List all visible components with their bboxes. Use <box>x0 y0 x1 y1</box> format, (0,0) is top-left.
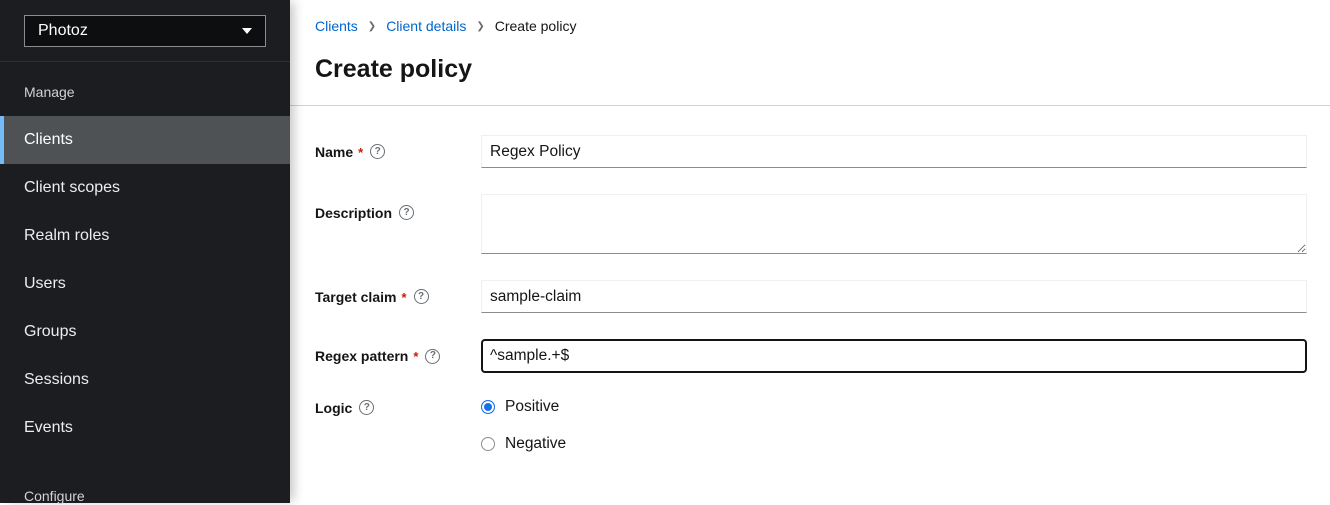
form-row-logic: Logic ? Positive Negative <box>315 399 1307 452</box>
description-label: Description <box>315 205 392 221</box>
target-claim-label-group: Target claim * ? <box>315 280 481 313</box>
question-circle-icon[interactable]: ? <box>359 400 374 415</box>
radio-option-negative[interactable]: Negative <box>481 436 566 452</box>
title-divider <box>290 105 1330 106</box>
question-circle-icon[interactable]: ? <box>414 289 429 304</box>
radio-selected-icon[interactable] <box>481 400 495 414</box>
create-policy-form: Name * ? Description ? Target claim * ? <box>315 135 1307 452</box>
form-row-description: Description ? <box>315 194 1307 254</box>
form-row-regex-pattern: Regex pattern * ? <box>315 339 1307 373</box>
sidebar-item-users[interactable]: Users <box>0 260 290 308</box>
caret-down-icon <box>242 28 252 34</box>
logic-label-group: Logic ? <box>315 399 481 452</box>
sidebar-item-label: Sessions <box>24 371 89 389</box>
realm-selector-area: Photoz <box>0 0 290 62</box>
main-content: Clients ❯ Client details ❯ Create policy… <box>290 0 1330 503</box>
sidebar-item-label: Realm roles <box>24 227 109 245</box>
sidebar-item-realm-roles[interactable]: Realm roles <box>0 212 290 260</box>
question-circle-icon[interactable]: ? <box>370 144 385 159</box>
sidebar-item-label: Users <box>24 275 66 293</box>
realm-selector[interactable]: Photoz <box>24 15 266 47</box>
target-claim-input[interactable] <box>481 280 1307 313</box>
angle-right-icon: ❯ <box>476 19 484 35</box>
description-label-group: Description ? <box>315 194 481 254</box>
breadcrumb-current: Create policy <box>495 18 577 34</box>
realm-selector-label: Photoz <box>38 22 88 40</box>
logic-radio-group: Positive Negative <box>481 399 566 452</box>
regex-pattern-label: Regex pattern <box>315 348 408 364</box>
sidebar-item-label: Groups <box>24 323 76 341</box>
sidebar-nav: Clients Client scopes Realm roles Users … <box>0 116 290 452</box>
required-asterisk: * <box>358 145 363 161</box>
radio-negative-label[interactable]: Negative <box>505 436 566 452</box>
sidebar-item-clients[interactable]: Clients <box>0 116 290 164</box>
radio-unselected-icon[interactable] <box>481 437 495 451</box>
question-circle-icon[interactable]: ? <box>425 349 440 364</box>
question-circle-icon[interactable]: ? <box>399 205 414 220</box>
breadcrumb: Clients ❯ Client details ❯ Create policy <box>315 0 1307 34</box>
regex-pattern-input[interactable] <box>481 339 1307 373</box>
sidebar-item-events[interactable]: Events <box>0 404 290 452</box>
sidebar-item-label: Client scopes <box>24 179 120 197</box>
target-claim-label: Target claim <box>315 289 396 305</box>
sidebar-item-client-scopes[interactable]: Client scopes <box>0 164 290 212</box>
sidebar-item-label: Events <box>24 419 73 437</box>
breadcrumb-link-client-details[interactable]: Client details <box>386 18 466 34</box>
breadcrumb-link-clients[interactable]: Clients <box>315 18 358 34</box>
name-label-group: Name * ? <box>315 135 481 168</box>
sidebar: Photoz Manage Clients Client scopes Real… <box>0 0 290 503</box>
name-input[interactable] <box>481 135 1307 168</box>
name-label: Name <box>315 144 353 160</box>
sidebar-item-label: Clients <box>24 131 73 149</box>
sidebar-item-sessions[interactable]: Sessions <box>0 356 290 404</box>
required-asterisk: * <box>413 349 418 365</box>
description-textarea[interactable] <box>481 194 1307 254</box>
sidebar-section-configure: Configure <box>24 488 290 505</box>
sidebar-section-manage: Manage <box>24 84 290 101</box>
radio-positive-label[interactable]: Positive <box>505 399 559 415</box>
regex-pattern-label-group: Regex pattern * ? <box>315 339 481 373</box>
sidebar-item-groups[interactable]: Groups <box>0 308 290 356</box>
radio-option-positive[interactable]: Positive <box>481 399 566 415</box>
form-row-name: Name * ? <box>315 135 1307 168</box>
form-row-target-claim: Target claim * ? <box>315 280 1307 313</box>
required-asterisk: * <box>401 290 406 306</box>
page-title: Create policy <box>315 56 1307 83</box>
logic-label: Logic <box>315 400 352 416</box>
angle-right-icon: ❯ <box>368 19 376 35</box>
